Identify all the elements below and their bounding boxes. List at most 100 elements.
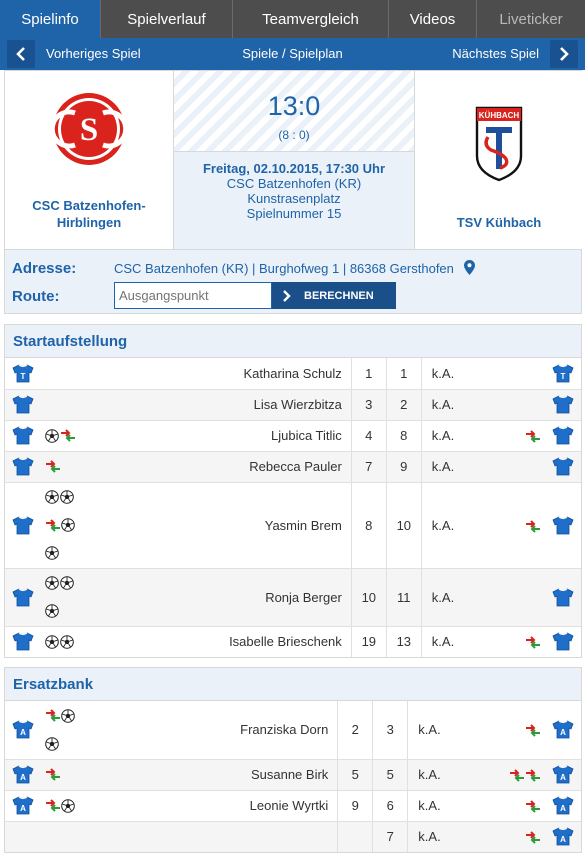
away-team[interactable]: KÜHBACH TSV Kühbach <box>415 71 583 249</box>
player-name[interactable]: Isabelle Brieschenk <box>85 625 352 657</box>
game-navigation: Vorheriges Spiel Spiele / Spielplan Näch… <box>0 38 585 70</box>
player-row[interactable]: Ljubica Titlic 4 8 k.A. <box>5 419 581 451</box>
svg-text:KÜHBACH: KÜHBACH <box>479 111 520 120</box>
away-player-name: k.A. <box>407 758 493 790</box>
score-panel: 13:0 (8 : 0) Freitag, 02.10.2015, 17:30 … <box>173 71 415 249</box>
jersey-icon <box>12 426 34 445</box>
away-events-cell <box>493 358 545 389</box>
jersey-icon <box>552 587 574 606</box>
player-name[interactable]: Rebecca Pauler <box>85 450 352 482</box>
substitution-icon <box>526 800 540 813</box>
goal-ball-icon <box>45 604 59 618</box>
home-jersey-cell <box>5 450 41 482</box>
player-row[interactable]: Isabelle Brieschenk 19 13 k.A. <box>5 625 581 657</box>
player-name[interactable]: Susanne Birk <box>85 758 338 790</box>
home-shirt-number: 4 <box>350 419 387 451</box>
event-icons-line <box>41 628 85 656</box>
home-jersey-cell: A <box>5 701 41 759</box>
away-shirt-number: 8 <box>385 419 422 451</box>
player-row[interactable]: A Susanne Birk 5 5 k.A. A <box>5 758 581 790</box>
away-events-cell <box>493 450 545 482</box>
event-icons-line <box>41 792 85 820</box>
away-player-name: k.A. <box>407 701 493 759</box>
goal-ball-icon <box>60 634 74 649</box>
jersey-icon: A <box>552 796 574 815</box>
player-row[interactable]: Rebecca Pauler 7 9 k.A. <box>5 450 581 482</box>
halftime-score: (8 : 0) <box>278 128 310 142</box>
away-events-cell <box>493 567 545 626</box>
home-events-cell <box>41 358 85 389</box>
substitution-icon <box>526 519 540 533</box>
away-shirt-number: 9 <box>385 450 422 482</box>
tab-videos[interactable]: Videos <box>389 0 477 38</box>
match-header: S CSC Batzenhofen- Hirblingen 13:0 (8 : … <box>4 70 583 250</box>
home-events-cell <box>41 625 85 657</box>
player-row[interactable]: 7 k.A. A <box>5 820 581 852</box>
substitution-icon <box>526 636 540 649</box>
goal-ball-icon <box>61 518 75 532</box>
event-icons-line <box>41 511 85 539</box>
away-player-name: k.A. <box>407 789 493 821</box>
player-name[interactable]: Leonie Wyrtki <box>85 789 338 821</box>
home-events-cell <box>41 701 85 759</box>
map-pin-icon[interactable] <box>463 260 475 275</box>
away-shirt-number: 1 <box>385 358 422 389</box>
home-events-cell <box>41 481 85 568</box>
substitution-icon <box>526 724 540 737</box>
player-row[interactable]: T Katharina Schulz 1 1 k.A. T <box>5 358 581 389</box>
calculate-route-label: BERECHNEN <box>304 289 374 302</box>
away-team-name[interactable]: TSV Kühbach <box>415 214 583 231</box>
svg-text:T: T <box>561 372 566 381</box>
home-shirt-number: 3 <box>350 388 387 420</box>
goal-ball-icon <box>45 428 59 443</box>
home-shirt-number: 5 <box>337 758 373 790</box>
home-shirt-number <box>337 820 373 852</box>
away-jersey-cell: A <box>545 789 581 821</box>
home-team[interactable]: S CSC Batzenhofen- Hirblingen <box>5 71 173 249</box>
away-player-name: k.A. <box>420 567 493 626</box>
event-icons-line <box>41 569 85 597</box>
svg-text:S: S <box>80 112 98 148</box>
goal-ball-icon <box>61 708 75 723</box>
player-row[interactable]: Ronja Berger 10 11 k.A. <box>5 567 581 626</box>
calculate-route-button[interactable]: BERECHNEN <box>272 282 396 309</box>
away-jersey-cell: A <box>545 820 581 852</box>
player-name[interactable]: Franziska Dorn <box>85 701 338 759</box>
player-name[interactable]: Katharina Schulz <box>85 358 351 389</box>
player-row[interactable]: A Franziska Dorn 2 3 k.A. A <box>5 701 581 759</box>
tab-spielinfo[interactable]: Spielinfo <box>0 0 101 38</box>
player-name[interactable]: Ljubica Titlic <box>85 419 352 451</box>
next-game-button[interactable] <box>550 40 578 68</box>
jersey-icon: T <box>552 364 574 383</box>
player-name[interactable]: Ronja Berger <box>85 567 352 626</box>
player-name[interactable]: Yasmin Brem <box>85 481 352 568</box>
address-panel: Adresse: CSC Batzenhofen (KR) | Burghofw… <box>4 250 582 314</box>
player-row[interactable]: Yasmin Brem 8 10 k.A. <box>5 481 581 568</box>
away-events-cell <box>493 419 545 451</box>
home-team-name[interactable]: CSC Batzenhofen- Hirblingen <box>5 197 173 231</box>
player-row[interactable]: Lisa Wierzbitza 3 2 k.A. <box>5 388 581 420</box>
route-start-input[interactable] <box>114 282 272 309</box>
substitution-icon <box>46 799 60 812</box>
player-name[interactable] <box>85 820 338 852</box>
jersey-icon: T <box>12 364 34 383</box>
away-shirt-number: 13 <box>385 625 422 657</box>
tab-teamvergleich[interactable]: Teamvergleich <box>233 0 389 38</box>
away-jersey-cell <box>545 567 581 626</box>
away-events-cell <box>493 789 545 821</box>
address-value: CSC Batzenhofen (KR) | Burghofweg 1 | 86… <box>114 260 475 276</box>
tab-label: Spielverlauf <box>127 10 206 28</box>
tab-label: Teamvergleich <box>262 10 359 28</box>
substitution-icon <box>46 518 60 532</box>
away-events-cell <box>493 758 545 790</box>
player-row[interactable]: A Leonie Wyrtki 9 6 k.A. A <box>5 789 581 821</box>
next-game-link[interactable]: Nächstes Spiel <box>452 46 539 61</box>
away-player-name: k.A. <box>407 820 493 852</box>
tab-spielverlauf[interactable]: Spielverlauf <box>101 0 233 38</box>
home-events-cell <box>41 789 85 821</box>
away-jersey-cell <box>545 388 581 420</box>
away-player-name: k.A. <box>420 358 493 389</box>
away-shirt-number: 6 <box>372 789 408 821</box>
jersey-icon: A <box>552 765 574 784</box>
player-name[interactable]: Lisa Wierzbitza <box>85 388 352 420</box>
